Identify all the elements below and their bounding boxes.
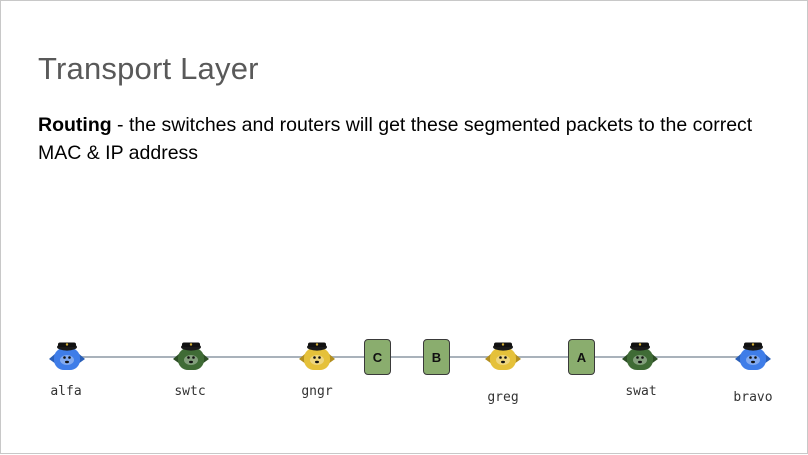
node-bravo (733, 337, 773, 377)
blue-pod-icon (735, 342, 771, 370)
slide: Transport Layer Routing - the switches a… (0, 0, 808, 454)
node-label-swat: swat (625, 384, 657, 399)
node-alfa (47, 337, 87, 377)
packet-b: B (423, 339, 450, 375)
node-label-alfa: alfa (50, 384, 82, 399)
packet-a: A (568, 339, 595, 375)
node-label-greg: greg (487, 390, 519, 405)
node-swtc (171, 337, 211, 377)
yellow-pod-icon (299, 342, 335, 370)
packet-c: C (364, 339, 391, 375)
green-pod-icon (173, 342, 209, 370)
body-description: - the switches and routers will get thes… (38, 114, 753, 164)
blue-pod-icon (49, 342, 85, 370)
body-bold-term: Routing (38, 114, 112, 136)
node-gngr (297, 337, 337, 377)
slide-body: Routing - the switches and routers will … (38, 111, 778, 167)
network-diagram: C B A alfa swtc gngr greg swat bravo (1, 301, 808, 455)
node-label-bravo: bravo (733, 390, 773, 405)
yellow-pod-icon (485, 342, 521, 370)
node-label-swtc: swtc (174, 384, 206, 399)
node-greg (483, 337, 523, 377)
node-swat (620, 337, 660, 377)
slide-title: Transport Layer (38, 51, 259, 86)
green-pod-icon (622, 342, 658, 370)
node-label-gngr: gngr (301, 384, 333, 399)
